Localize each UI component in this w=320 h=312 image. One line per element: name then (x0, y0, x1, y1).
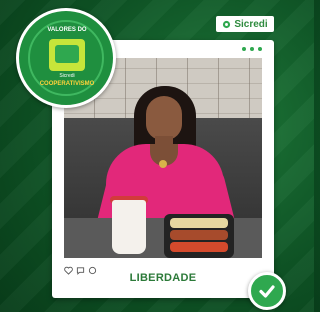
values-badge: VALORES DO Sicredi COOPERATIVISMO (16, 8, 116, 108)
brand-tag: Sicredi (216, 16, 274, 32)
badge-bottom-text: COOPERATIVISMO (39, 81, 95, 87)
more-dots-icon[interactable] (242, 47, 262, 51)
check-icon (248, 272, 286, 310)
cooperative-inner-icon (55, 45, 79, 63)
badge-top-text: VALORES DO (47, 27, 87, 33)
brand-name: Sicredi (234, 18, 268, 30)
sicredi-logo-icon (223, 20, 231, 28)
post-caption: LIBERDADE (129, 272, 197, 284)
badge-brand-text: Sicredi (59, 73, 75, 79)
